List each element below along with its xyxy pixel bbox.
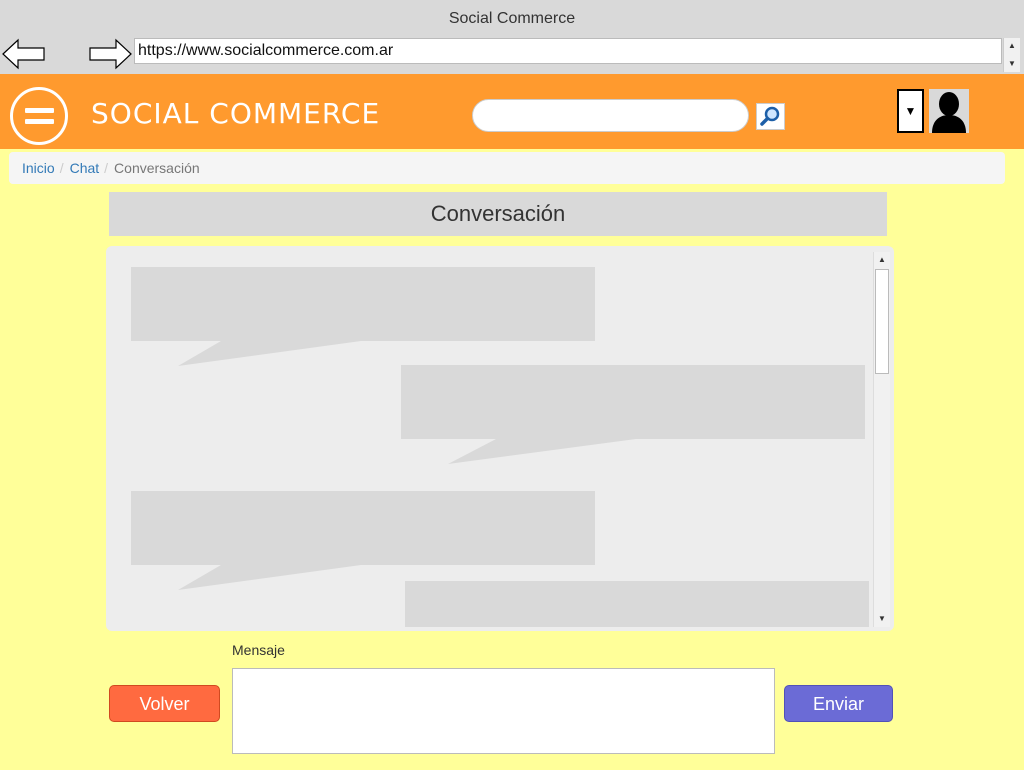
search-icon <box>760 106 780 126</box>
avatar[interactable] <box>929 89 969 133</box>
breadcrumb-separator: / <box>59 160 64 176</box>
message-input[interactable] <box>232 668 775 754</box>
search-input[interactable] <box>472 99 749 132</box>
page-title: Conversación <box>109 192 887 236</box>
user-icon <box>932 92 966 133</box>
message-bubble-incoming <box>131 267 595 366</box>
chat-scrollbar[interactable]: ▲ ▼ <box>873 252 890 627</box>
send-button[interactable]: Enviar <box>784 685 893 722</box>
menu-button[interactable] <box>10 87 68 145</box>
scroll-up-arrow-icon[interactable]: ▲ <box>874 252 890 268</box>
breadcrumb-current: Conversación <box>114 160 200 176</box>
message-bubble-outgoing <box>405 581 869 627</box>
scroll-up-arrow-icon[interactable]: ▲ <box>1004 38 1020 54</box>
breadcrumb-chat[interactable]: Chat <box>70 160 100 176</box>
scroll-down-arrow-icon[interactable]: ▼ <box>874 611 890 627</box>
scrollbar-thumb[interactable] <box>875 269 889 374</box>
breadcrumb-inicio[interactable]: Inicio <box>22 160 55 176</box>
message-label: Mensaje <box>232 642 285 658</box>
scroll-down-arrow-icon[interactable]: ▼ <box>1004 56 1020 72</box>
back-arrow-icon[interactable] <box>2 38 46 70</box>
app-header: SOCIAL COMMERCE ▼ <box>0 74 1024 149</box>
breadcrumb: Inicio / Chat / Conversación <box>9 152 1005 184</box>
address-bar[interactable]: https://www.socialcommerce.com.ar <box>134 38 1002 64</box>
breadcrumb-separator: / <box>104 160 109 176</box>
address-bar-scrollbar[interactable]: ▲ ▼ <box>1003 38 1020 72</box>
window-title: Social Commerce <box>448 10 576 27</box>
message-bubble-incoming <box>131 491 595 590</box>
browser-chrome: Social Commerce https://www.socialcommer… <box>0 0 1024 74</box>
brand-title: SOCIAL COMMERCE <box>91 97 381 130</box>
menu-icon-bar <box>25 119 54 124</box>
menu-icon <box>25 108 54 113</box>
chat-messages-panel[interactable]: ▲ ▼ <box>106 246 894 631</box>
search-button[interactable] <box>756 103 785 130</box>
back-button[interactable]: Volver <box>109 685 220 722</box>
message-bubble-outgoing <box>401 365 865 464</box>
user-menu-dropdown[interactable]: ▼ <box>897 89 924 133</box>
forward-arrow-icon[interactable] <box>88 38 132 70</box>
